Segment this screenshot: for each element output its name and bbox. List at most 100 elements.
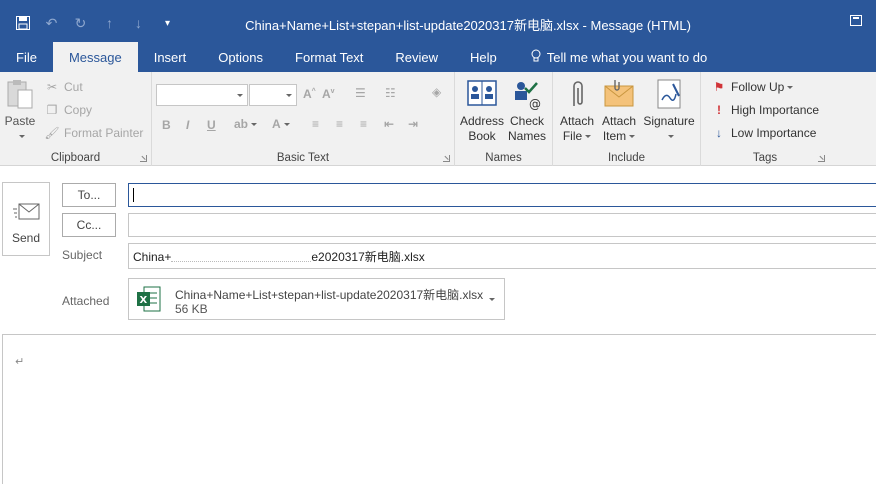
redacted-text xyxy=(171,254,312,262)
title-bar: ↶ ↻ ↑ ↓ ▾ China+Name+List+stepan+list-up… xyxy=(0,0,876,46)
chevron-down-icon xyxy=(667,135,674,139)
paste-icon xyxy=(4,78,36,110)
align-left-icon[interactable]: ≡ xyxy=(312,117,319,131)
message-body[interactable]: ↵ xyxy=(2,334,876,484)
cut-button[interactable]: ✂ Cut xyxy=(44,80,83,94)
tab-help[interactable]: Help xyxy=(454,42,513,72)
numbering-icon[interactable]: ☷ xyxy=(385,86,396,100)
bold-button[interactable]: B xyxy=(162,118,171,132)
ribbon-tabs: File Message Insert Options Format Text … xyxy=(0,42,876,72)
paintbrush-icon: 🖌 xyxy=(44,126,60,140)
basic-text-group-label: Basic Text xyxy=(276,152,330,164)
chevron-down-icon xyxy=(237,94,243,97)
attachment-dropdown-icon[interactable] xyxy=(489,298,495,301)
excel-file-icon: X xyxy=(137,285,161,313)
chevron-down-icon xyxy=(629,135,636,139)
attachment-item[interactable]: X China+Name+List+stepan+list-update2020… xyxy=(128,278,505,320)
format-painter-label: Format Painter xyxy=(64,126,144,140)
paperclip-icon xyxy=(561,78,593,110)
clipboard-group-label: Clipboard xyxy=(50,152,101,164)
align-center-icon[interactable]: ≡ xyxy=(336,117,343,131)
decrease-indent-icon[interactable]: ⇤ xyxy=(384,117,394,131)
signature-button[interactable]: Signature xyxy=(641,78,697,139)
tags-group: ⚑ Follow Up ! High Importance ↓ Low Impo… xyxy=(701,72,829,166)
tell-me-search[interactable]: Tell me what you want to do xyxy=(513,42,723,72)
tab-format-text[interactable]: Format Text xyxy=(279,42,379,72)
tab-options[interactable]: Options xyxy=(202,42,279,72)
address-book-icon xyxy=(466,78,498,110)
font-name-combo[interactable] xyxy=(156,84,248,106)
check-names-button[interactable]: @ Check Names xyxy=(505,78,549,144)
grow-font-icon[interactable]: A^ xyxy=(303,87,316,101)
paste-button[interactable]: Paste xyxy=(4,78,36,139)
include-group-label: Include xyxy=(607,152,646,164)
tab-message[interactable]: Message xyxy=(52,42,138,72)
low-importance-label: Low Importance xyxy=(731,126,817,140)
align-right-icon[interactable]: ≡ xyxy=(360,117,367,131)
underline-button[interactable]: U xyxy=(207,118,216,132)
tab-review[interactable]: Review xyxy=(379,42,454,72)
attach-file-label-2: File xyxy=(562,129,583,143)
check-names-label-2: Names xyxy=(507,129,546,143)
paragraph-mark: ↵ xyxy=(15,356,25,368)
format-painter-button[interactable]: 🖌 Format Painter xyxy=(44,126,143,140)
exclamation-icon: ! xyxy=(717,103,721,117)
to-button[interactable]: To... xyxy=(62,183,116,207)
subject-field[interactable]: China+ e2020317新电脑.xlsx xyxy=(128,243,876,269)
svg-text:X: X xyxy=(140,295,148,306)
attach-item-button[interactable]: Attach Item xyxy=(599,78,639,144)
tab-file[interactable]: File xyxy=(0,42,53,72)
svg-text:@: @ xyxy=(529,97,541,110)
tab-insert[interactable]: Insert xyxy=(138,42,203,72)
signature-icon xyxy=(653,78,685,110)
italic-button[interactable]: I xyxy=(186,118,189,132)
bullets-icon[interactable]: ☰ xyxy=(355,86,366,100)
chevron-down-icon xyxy=(585,135,592,139)
names-group: Address Book @ Check Names Names xyxy=(455,72,553,166)
check-names-label-1: Check xyxy=(509,114,544,128)
paste-label: Paste xyxy=(4,114,36,128)
cc-button[interactable]: Cc... xyxy=(62,213,116,237)
cc-field[interactable] xyxy=(128,213,876,237)
high-importance-label: High Importance xyxy=(731,103,820,117)
address-book-button[interactable]: Address Book xyxy=(459,78,505,144)
font-color-icon[interactable]: A xyxy=(272,117,290,131)
follow-up-button[interactable]: ⚑ Follow Up xyxy=(711,80,794,94)
check-names-icon: @ xyxy=(511,78,543,111)
highlight-icon[interactable]: ab xyxy=(234,117,258,131)
tell-me-label: Tell me what you want to do xyxy=(546,49,708,65)
lightbulb-icon xyxy=(531,49,541,66)
clipboard-launcher-icon[interactable] xyxy=(140,155,147,162)
signature-label: Signature xyxy=(643,114,695,128)
low-importance-arrow-icon: ↓ xyxy=(716,126,722,140)
attach-file-label-1: Attach xyxy=(559,114,595,128)
attach-item-label-2: Item xyxy=(602,129,627,143)
send-label: Send xyxy=(11,231,41,245)
tags-launcher-icon[interactable] xyxy=(818,155,825,162)
attach-file-button[interactable]: Attach File xyxy=(557,78,597,144)
copy-button[interactable]: ❐ Copy xyxy=(44,103,92,117)
copy-icon: ❐ xyxy=(46,103,58,117)
follow-up-label: Follow Up xyxy=(731,80,785,94)
clipboard-group: Paste ✂ Cut ❐ Copy 🖌 Format Painter Clip… xyxy=(0,72,152,166)
increase-indent-icon[interactable]: ⇥ xyxy=(408,117,418,131)
clear-formatting-icon[interactable]: ◈ xyxy=(432,85,441,99)
font-size-combo[interactable] xyxy=(249,84,297,106)
ribbon: Paste ✂ Cut ❐ Copy 🖌 Format Painter Clip… xyxy=(0,72,876,166)
envelope-icon xyxy=(603,78,635,110)
tags-group-label: Tags xyxy=(752,152,778,164)
shrink-font-icon[interactable]: Av xyxy=(322,87,335,101)
high-importance-button[interactable]: ! High Importance xyxy=(711,103,819,117)
chevron-down-icon xyxy=(18,135,25,139)
to-field[interactable] xyxy=(128,183,876,207)
subject-value-start: China+ xyxy=(133,250,172,264)
low-importance-button[interactable]: ↓ Low Importance xyxy=(711,126,816,140)
names-group-label: Names xyxy=(485,152,522,164)
basic-text-launcher-icon[interactable] xyxy=(443,155,450,162)
attached-label: Attached xyxy=(62,294,110,308)
restore-ribbon-icon[interactable] xyxy=(850,15,862,26)
basic-text-group: A^ Av ☰ ☷ ◈ B I U ab A ≡ ≡ ≡ ⇤ ⇥ Basic T… xyxy=(152,72,455,166)
window-title: China+Name+List+stepan+list-update202031… xyxy=(245,18,691,33)
subject-label: Subject xyxy=(62,248,103,262)
send-button[interactable]: Send xyxy=(2,182,50,256)
